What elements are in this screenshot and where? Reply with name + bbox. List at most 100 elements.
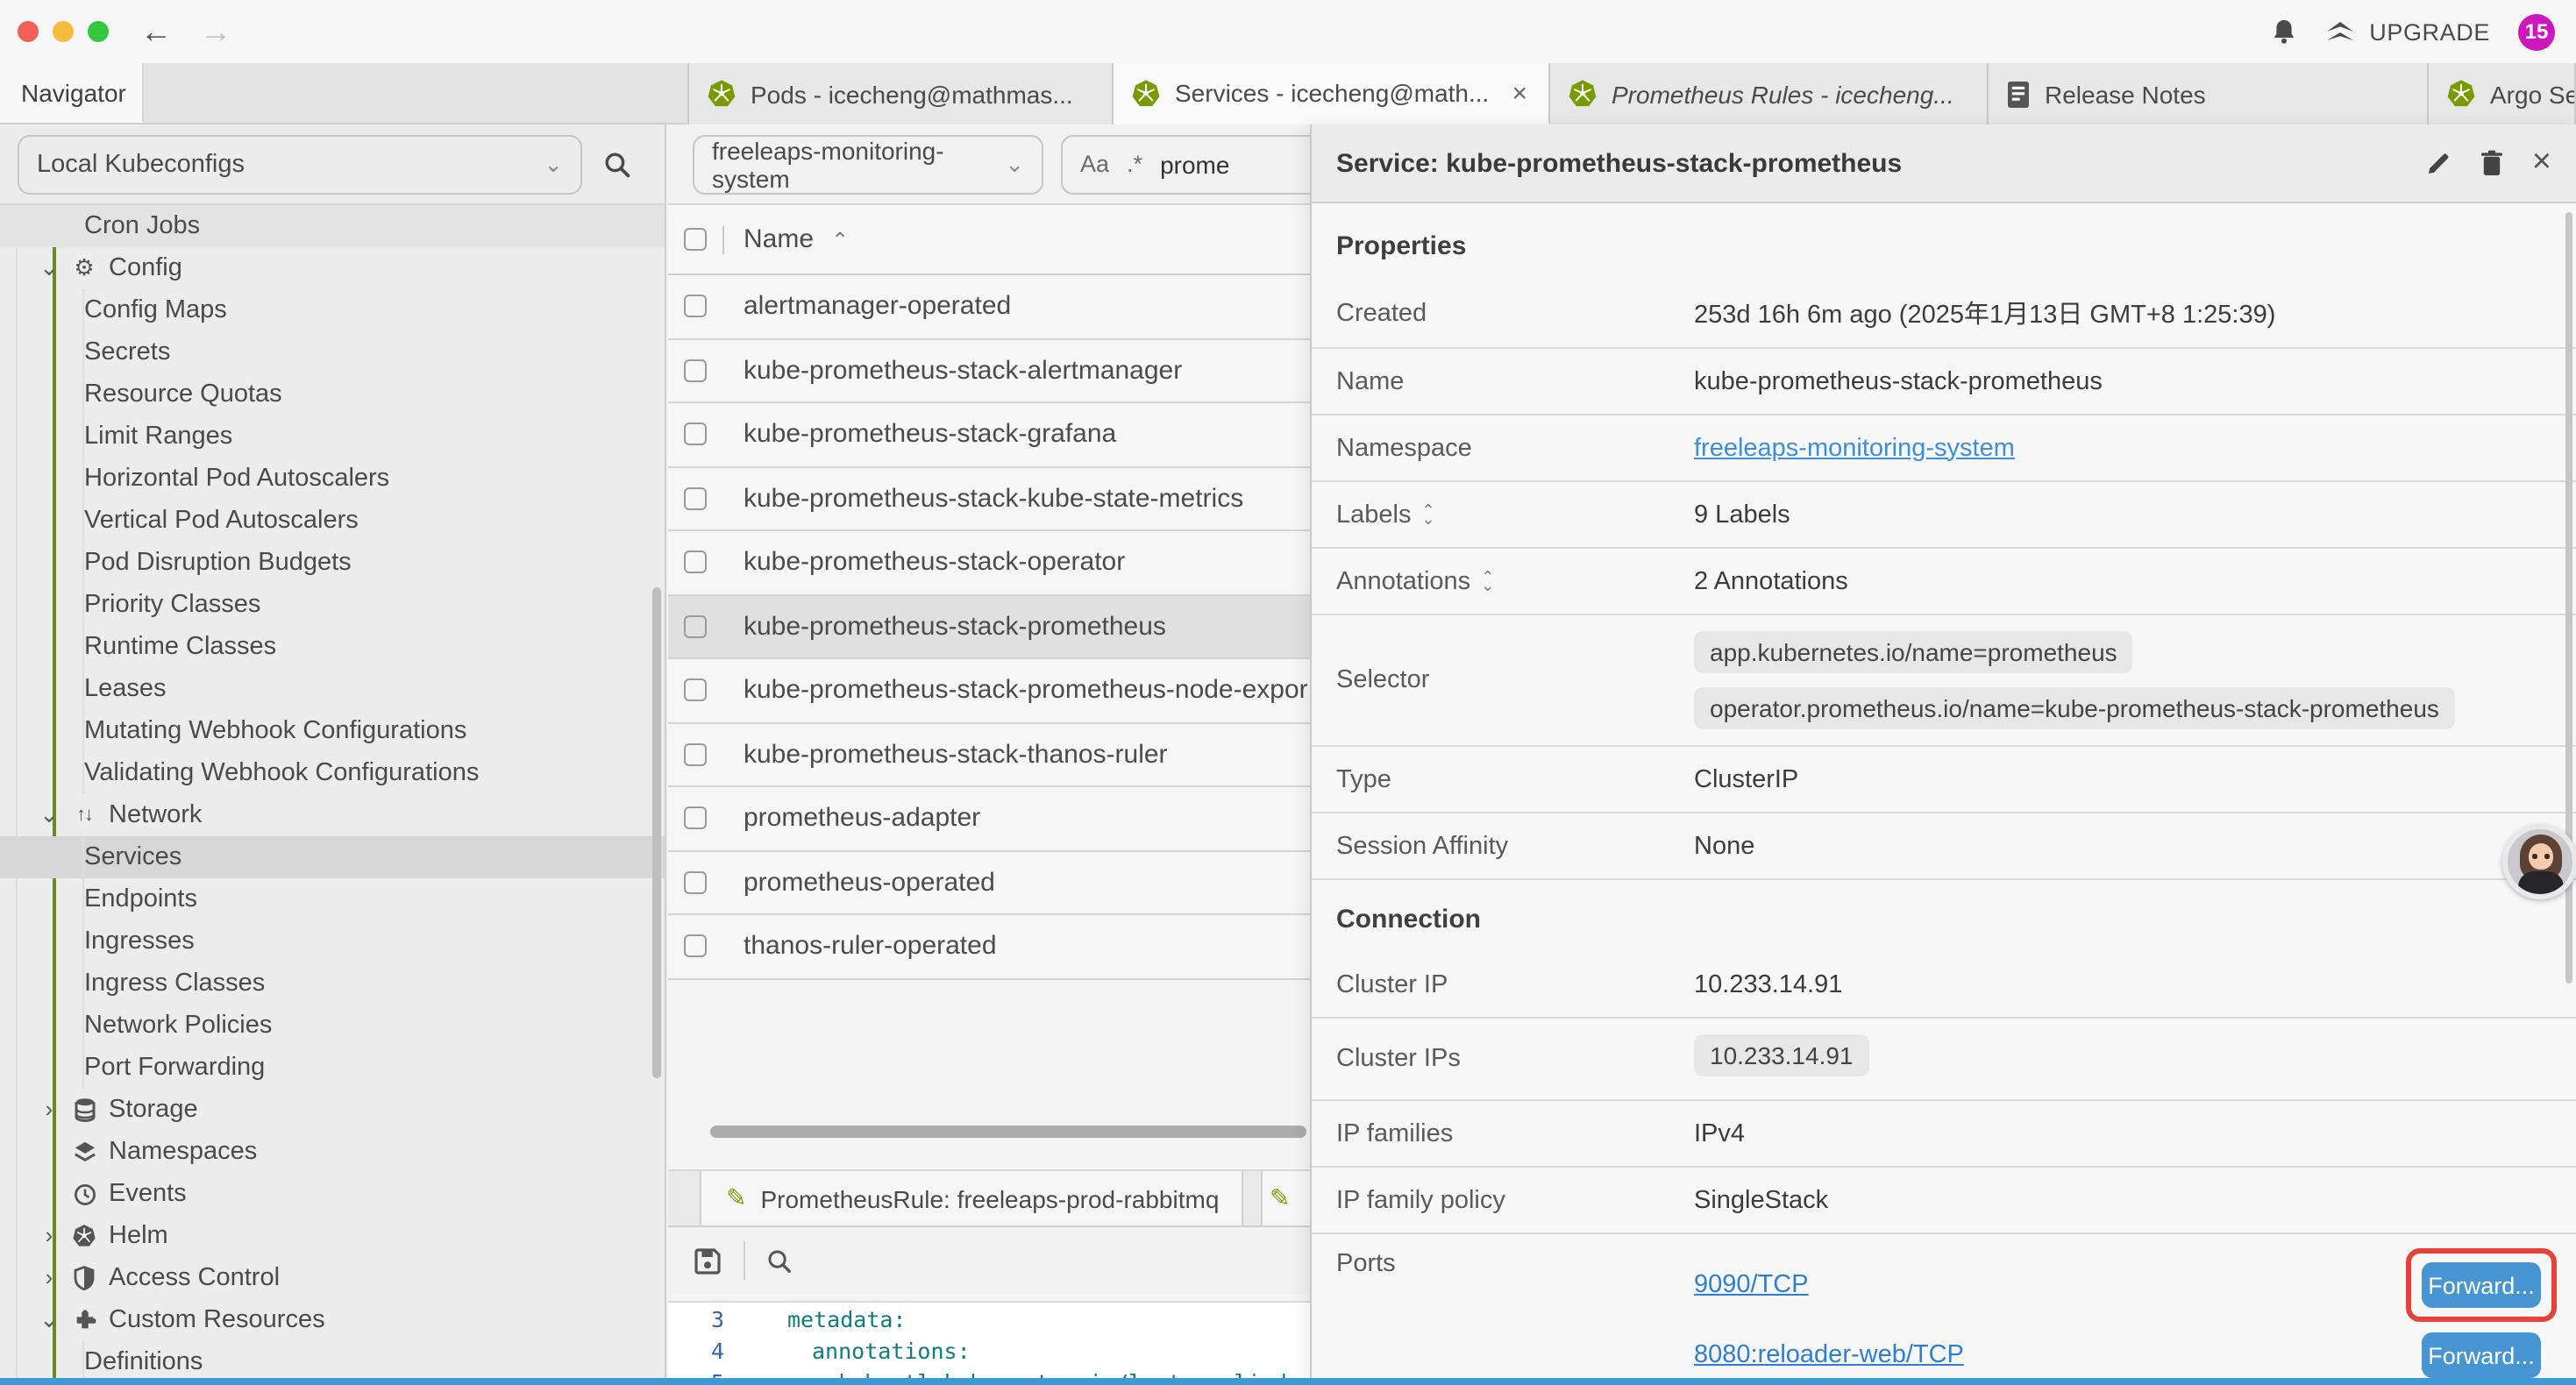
forward-arrow-icon[interactable]: →: [200, 16, 231, 47]
sidebar-item-custom-resources[interactable]: ⌄Custom Resources: [0, 1299, 665, 1341]
row-checkbox[interactable]: [684, 423, 707, 446]
row-checkbox[interactable]: [684, 807, 707, 830]
row-checkbox[interactable]: [684, 295, 707, 318]
port-row: 8080:reloader-web/TCP Forward...: [1694, 1320, 2551, 1385]
sidebar-scrollbar[interactable]: [652, 587, 661, 1078]
row-checkbox[interactable]: [684, 615, 707, 638]
tab-argo-se[interactable]: Argo Se: [2429, 63, 2576, 124]
row-checkbox[interactable]: [684, 935, 707, 958]
sidebar-search-icon[interactable]: [603, 150, 631, 178]
namespaces-layers-icon: [73, 1140, 96, 1164]
search-query-text: prome: [1160, 150, 1229, 178]
service-name-cell: kube-prometheus-stack-alertmanager: [744, 356, 1182, 386]
horizontal-scrollbar[interactable]: [710, 1126, 1306, 1138]
sidebar-item-vertical-pod-autoscalers[interactable]: Vertical Pod Autoscalers: [0, 500, 665, 542]
notifications-bell-icon[interactable]: [2271, 18, 2297, 46]
tab-prometheus-rules-icecheng[interactable]: Prometheus Rules - icecheng...: [1550, 63, 1989, 124]
avatar-eye: [2532, 854, 2537, 858]
row-checkbox[interactable]: [684, 743, 707, 766]
kubernetes-tab-icon: [1131, 78, 1161, 108]
delete-trash-icon[interactable]: [2480, 149, 2504, 177]
namespace-filter[interactable]: freeleaps-monitoring-system ⌄: [693, 134, 1043, 194]
expand-collapse-icon[interactable]: ⌃⌄: [1481, 572, 1494, 590]
tab-services-icecheng-math[interactable]: Services - icecheng@math...×: [1114, 63, 1550, 124]
forward-button[interactable]: Forward...: [2422, 1262, 2541, 1308]
editor-search-icon[interactable]: [766, 1247, 793, 1274]
expand-collapse-icon[interactable]: ⌃⌄: [1421, 506, 1434, 523]
line-number: 4: [668, 1337, 749, 1363]
sidebar-item-network[interactable]: ⌄↑↓Network: [0, 794, 665, 836]
sidebar-item-ingresses[interactable]: Ingresses: [0, 920, 665, 962]
port-link[interactable]: 9090/TCP: [1694, 1271, 1809, 1299]
upgrade-button[interactable]: UPGRADE: [2325, 18, 2490, 45]
sidebar-item-label: Namespaces: [109, 1138, 257, 1166]
release-notes-icon: [2006, 80, 2031, 108]
name-column-header[interactable]: Name: [744, 224, 814, 254]
layers-icon: [70, 1138, 98, 1166]
sidebar-item-label: Priority Classes: [84, 591, 260, 619]
user-avatar[interactable]: [2502, 824, 2576, 899]
sidebar-item-storage[interactable]: ›Storage: [0, 1089, 665, 1131]
row-checkbox[interactable]: [684, 359, 707, 382]
close-window-button[interactable]: [18, 21, 39, 42]
sidebar-item-pod-disruption-budgets[interactable]: Pod Disruption Budgets: [0, 542, 665, 584]
edit-icon[interactable]: [2425, 150, 2451, 176]
tab-pods-icecheng-mathmas[interactable]: Pods - icecheng@mathmas...: [689, 63, 1114, 124]
sidebar-item-horizontal-pod-autoscalers[interactable]: Horizontal Pod Autoscalers: [0, 458, 665, 500]
forward-button[interactable]: Forward...: [2422, 1332, 2541, 1378]
zoom-window-button[interactable]: [88, 21, 109, 42]
regex-toggle[interactable]: .*: [1127, 151, 1142, 177]
service-name-cell: prometheus-adapter: [744, 804, 980, 834]
tab-navigator[interactable]: Navigator: [0, 63, 144, 123]
sidebar-item-runtime-classes[interactable]: Runtime Classes: [0, 626, 665, 668]
puzzle-icon: [70, 1306, 98, 1334]
sidebar-item-limit-ranges[interactable]: Limit Ranges: [0, 416, 665, 458]
sidebar-item-secrets[interactable]: Secrets: [0, 331, 665, 373]
forward-button-wrap: Forward...: [2422, 1332, 2541, 1378]
sidebar-item-config[interactable]: ⌄⚙Config: [0, 247, 665, 289]
sort-ascending-icon[interactable]: ⌃: [831, 227, 849, 252]
sidebar-item-ingress-classes[interactable]: Ingress Classes: [0, 962, 665, 1005]
sidebar-item-namespaces[interactable]: Namespaces: [0, 1131, 665, 1173]
match-case-toggle[interactable]: Aa: [1080, 151, 1109, 177]
editor-tab-active[interactable]: ✎ PrometheusRule: freeleaps-prod-rabbitm…: [700, 1171, 1243, 1225]
sidebar-item-cron-jobs[interactable]: Cron Jobs: [0, 205, 665, 247]
sidebar-item-validating-webhook-configurations[interactable]: Validating Webhook Configurations: [0, 752, 665, 794]
detail-row-created: Created253d 16h 6m ago (2025年1月13日 GMT+8…: [1312, 279, 2576, 349]
detail-value: ClusterIP: [1694, 765, 2551, 793]
sidebar-item-helm[interactable]: › Helm: [0, 1215, 665, 1257]
sidebar-item-port-forwarding[interactable]: Port Forwarding: [0, 1047, 665, 1089]
sidebar-item-definitions[interactable]: Definitions: [0, 1341, 665, 1383]
sidebar-item-mutating-webhook-configurations[interactable]: Mutating Webhook Configurations: [0, 710, 665, 752]
sidebar-item-endpoints[interactable]: Endpoints: [0, 878, 665, 920]
namespace-link[interactable]: freeleaps-monitoring-system: [1694, 434, 2015, 462]
tab-release-notes[interactable]: Release Notes: [1989, 63, 2429, 124]
back-arrow-icon[interactable]: ←: [140, 16, 172, 47]
port-link[interactable]: 8080:reloader-web/TCP: [1694, 1341, 1964, 1369]
minimize-window-button[interactable]: [53, 21, 74, 42]
sidebar-item-config-maps[interactable]: Config Maps: [0, 289, 665, 331]
row-checkbox[interactable]: [684, 679, 707, 702]
document-icon: [2006, 80, 2031, 108]
sidebar-item-resource-quotas[interactable]: Resource Quotas: [0, 373, 665, 416]
row-checkbox[interactable]: [684, 551, 707, 574]
sidebar-item-network-policies[interactable]: Network Policies: [0, 1005, 665, 1047]
sidebar-item-label: Cron Jobs: [84, 212, 200, 240]
close-drawer-icon[interactable]: ×: [2532, 144, 2551, 182]
notification-count-badge[interactable]: 15: [2518, 13, 2555, 50]
detail-value: kube-prometheus-stack-prometheus: [1694, 367, 2551, 395]
row-checkbox[interactable]: [684, 487, 707, 510]
close-tab-icon[interactable]: ×: [1508, 78, 1531, 108]
sidebar-item-access-control[interactable]: ›Access Control: [0, 1257, 665, 1299]
sidebar-item-leases[interactable]: Leases: [0, 668, 665, 710]
detail-label-text: Name: [1336, 367, 1404, 395]
sidebar-item-events[interactable]: Events: [0, 1173, 665, 1215]
row-checkbox[interactable]: [684, 871, 707, 894]
save-icon[interactable]: [693, 1246, 722, 1275]
kubeconfig-selector[interactable]: Local Kubeconfigs ⌄: [18, 134, 582, 194]
select-all-checkbox[interactable]: [684, 228, 707, 251]
sidebar-item-label: Horizontal Pod Autoscalers: [84, 465, 389, 493]
sidebar-item-priority-classes[interactable]: Priority Classes: [0, 584, 665, 626]
child-indent-guide: [82, 836, 84, 1089]
sidebar-item-services[interactable]: Services: [0, 836, 665, 878]
